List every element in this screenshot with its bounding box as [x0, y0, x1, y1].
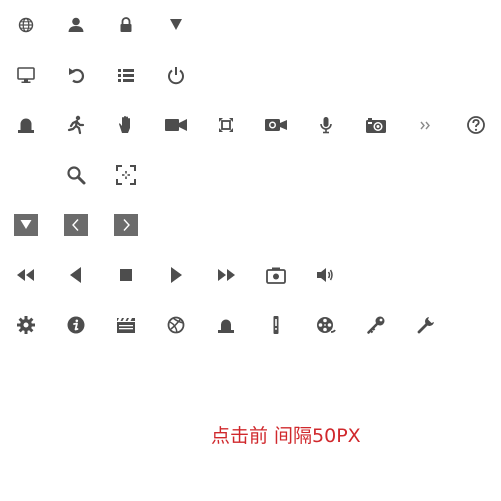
- power-icon[interactable]: [164, 63, 188, 87]
- search-icon[interactable]: [64, 163, 88, 187]
- alarm-light-icon[interactable]: [14, 113, 38, 137]
- play-back-icon[interactable]: [64, 263, 88, 287]
- snapshot-icon[interactable]: [264, 263, 288, 287]
- volume-icon[interactable]: [314, 263, 338, 287]
- network-icon[interactable]: [164, 313, 188, 337]
- info-icon[interactable]: [64, 313, 88, 337]
- help-icon[interactable]: [464, 113, 488, 137]
- user-icon[interactable]: [64, 13, 88, 37]
- list-icon[interactable]: [114, 63, 138, 87]
- microphone-icon[interactable]: [314, 113, 338, 137]
- camera-video-icon[interactable]: [264, 113, 288, 137]
- dropdown-box-icon[interactable]: [14, 213, 38, 237]
- play-icon[interactable]: [164, 263, 188, 287]
- focus-frame-icon[interactable]: [214, 113, 238, 137]
- rewind-icon[interactable]: [14, 263, 38, 287]
- running-person-icon[interactable]: [64, 113, 88, 137]
- triangle-down-icon[interactable]: [164, 13, 188, 37]
- prev-box-icon[interactable]: [64, 213, 88, 237]
- globe-icon[interactable]: [14, 13, 38, 37]
- alert-icon[interactable]: [264, 313, 288, 337]
- stop-icon[interactable]: [114, 263, 138, 287]
- caption-text: 点击前 间隔50PX: [211, 425, 361, 447]
- alarm-icon[interactable]: [214, 313, 238, 337]
- settings-gear-icon[interactable]: [14, 313, 38, 337]
- fast-forward-icon[interactable]: [214, 263, 238, 287]
- film-reel-icon[interactable]: [314, 313, 338, 337]
- lock-icon[interactable]: [114, 13, 138, 37]
- photo-camera-icon[interactable]: [364, 113, 388, 137]
- next-box-icon[interactable]: [114, 213, 138, 237]
- video-camera-icon[interactable]: [164, 113, 188, 137]
- hand-icon[interactable]: [114, 113, 138, 137]
- key-icon[interactable]: [364, 313, 388, 337]
- clapperboard-icon[interactable]: [114, 313, 138, 337]
- undo-icon[interactable]: [64, 63, 88, 87]
- wrench-icon[interactable]: [414, 313, 438, 337]
- double-chevron-right-icon[interactable]: [414, 113, 438, 137]
- monitor-icon[interactable]: [14, 63, 38, 87]
- capture-icon[interactable]: [114, 163, 138, 187]
